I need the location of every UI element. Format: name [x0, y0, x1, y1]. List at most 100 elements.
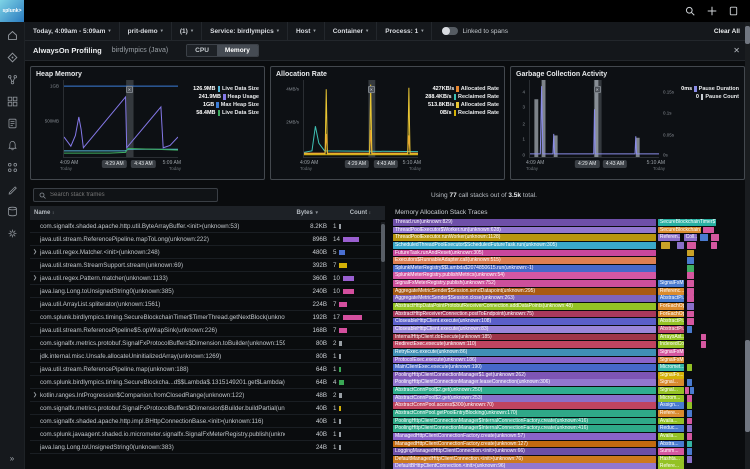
flame-frame[interactable]: CloseableHttpClient.execute(unknown:108)	[393, 318, 657, 326]
flame-frame[interactable]: ArraysAsL...	[657, 333, 684, 341]
flame-frame[interactable]	[687, 364, 693, 371]
flame-frame[interactable]	[687, 287, 694, 295]
sidebar-item-settings[interactable]	[7, 228, 18, 239]
page-scrollbar[interactable]	[745, 22, 750, 469]
flame-frame[interactable]	[687, 295, 694, 303]
flame-frame[interactable]	[687, 310, 694, 318]
flame-frame[interactable]: Availa...	[657, 417, 684, 425]
filter-dropdown-process-1[interactable]: Process: 1 ▾	[377, 22, 433, 40]
flame-frame[interactable]: LoggingManagedHttpClientConnection.<init…	[393, 448, 657, 455]
flame-frame[interactable]: SignalFxMeterRegistry.publish(unknown:75…	[393, 280, 657, 287]
flame-frame[interactable]	[687, 455, 693, 463]
table-row[interactable]: java.util.stream.ReferencePipeline.mapTo…	[30, 233, 385, 246]
linked-to-spans-toggle[interactable]	[442, 27, 459, 35]
flame-frame[interactable]: ProtocolExec.execute(unknown:186)	[393, 356, 657, 364]
flame-frame[interactable]: ThreadPoolExecutor$Worker.run(unknown:62…	[393, 226, 657, 234]
flame-frame[interactable]: PoolingHttpClientConnectionManager.lease…	[393, 379, 657, 387]
flame-frame[interactable]: Refere...	[657, 463, 684, 469]
flame-frame[interactable]	[710, 234, 720, 242]
flame-frame[interactable]: AbstractConnPool$2.get(unknown:250)	[393, 387, 657, 394]
flame-frame[interactable]	[687, 264, 694, 272]
table-row[interactable]: ❯ java.util.regex.Matcher.<init>(unknown:…	[30, 246, 385, 259]
flame-frame[interactable]	[700, 341, 707, 349]
flame-frame[interactable]: ScheduledThreadPoolExecutor$ScheduledFut…	[393, 241, 657, 249]
flame-frame[interactable]: PoolingHttpClientConnectionManager$Inter…	[393, 425, 657, 433]
flame-frame[interactable]: SignalFxM...	[657, 356, 684, 364]
flame-frame[interactable]	[684, 387, 689, 394]
sidebar-item-synthetics[interactable]	[7, 162, 18, 173]
flame-frame[interactable]: AbstractConnPool$2.get(unknown:253)	[393, 394, 657, 402]
flame-frame[interactable]: RedirectExec.execute(unknown:110)	[393, 341, 657, 349]
flame-frame[interactable]: Summ...	[657, 448, 684, 455]
flame-frame[interactable]	[687, 402, 693, 410]
flame-frame[interactable]: AbstractPi...	[657, 295, 684, 303]
flame-frame[interactable]	[676, 241, 684, 249]
flame-frame[interactable]: SecureBlockchainTim...	[657, 226, 701, 234]
filter-dropdown--1-[interactable]: (1) ▾	[172, 22, 203, 40]
table-scrollbar[interactable]	[381, 222, 385, 469]
filter-dropdown-host[interactable]: Host ▾	[288, 22, 325, 40]
flame-frame[interactable]: AbstractConnPool.getPoolEntryBlocking(un…	[393, 410, 657, 417]
flame-frame[interactable]: DefaultBHttpClientConnection.<init>(unkn…	[393, 463, 657, 469]
flame-frame[interactable]	[710, 241, 718, 249]
flame-frame[interactable]	[687, 432, 693, 440]
table-row[interactable]: java.lang.Long.toUnsignedString0(unknown…	[30, 285, 385, 298]
flame-frame[interactable]: AbstractHttpReceiverConnection.postToEnd…	[393, 310, 657, 318]
selection-handle-icon[interactable]: ✕	[125, 86, 133, 94]
sidebar-item-data-management[interactable]	[7, 206, 18, 217]
search-icon[interactable]	[685, 6, 695, 16]
filter-dropdown-prit-demo[interactable]: prit-demo ▾	[120, 22, 172, 40]
sidebar-item-alerts[interactable]	[7, 140, 18, 151]
search-stack-frames-box[interactable]	[33, 188, 218, 202]
column-header-name[interactable]: Name ↕	[34, 210, 277, 216]
flame-frame[interactable]: FutureTask.runAndReset(unknown:305)	[393, 249, 657, 257]
chart-plot[interactable]: ✕	[529, 80, 659, 158]
table-row[interactable]: com.signalfx.shaded.apache.http.util.Byt…	[30, 220, 385, 233]
flame-frame[interactable]	[687, 410, 693, 417]
table-row[interactable]: com.splunk.javaagent.shaded.io.micromete…	[30, 428, 385, 441]
splunk-logo[interactable]: splunk>	[0, 0, 24, 22]
flame-frame[interactable]: AbstractPi...	[657, 325, 684, 333]
column-header-count[interactable]: Count ↕	[325, 210, 377, 216]
selection-handle-icon[interactable]: ✕	[593, 86, 601, 94]
table-row[interactable]: com.signalfx.metrics.protobuf.SignalFxPr…	[30, 402, 385, 415]
flame-frame[interactable]: Hashta...	[657, 455, 684, 463]
flame-frame[interactable]: RetryExec.execute(unknown:86)	[393, 348, 657, 356]
sidebar-item-log-observer[interactable]	[7, 118, 18, 129]
table-row[interactable]: com.splunk.birdlympics.timing.SecureBloc…	[30, 376, 385, 389]
table-row[interactable]: jdk.internal.misc.Unsafe.allocateUniniti…	[30, 350, 385, 363]
filter-dropdown-service-birdlympics[interactable]: Service: birdlympics ▾	[202, 22, 288, 40]
flame-frame[interactable]: AggregateMetricSender$Session.sendDatapo…	[393, 287, 657, 295]
table-row[interactable]: java.util.stream.StreamSupport.stream(un…	[30, 259, 385, 272]
flame-frame[interactable]	[687, 249, 694, 257]
sidebar-item-navigator[interactable]	[7, 52, 18, 63]
apps-icon[interactable]	[729, 6, 738, 16]
table-row[interactable]: java.lang.Long.toUnsignedString0(unknown…	[30, 441, 385, 454]
tab-memory[interactable]: Memory	[216, 45, 258, 56]
flame-frame[interactable]: InternalHttpClient.doExecute(unknown:185…	[393, 333, 657, 341]
sidebar-item-apm[interactable]	[7, 74, 18, 85]
flame-frame[interactable]: Referenc...	[657, 287, 684, 295]
flame-frame[interactable]: DefaultManagedHttpClientConnection.<init…	[393, 455, 657, 463]
flame-frame[interactable]: AbstractConnPool.access$300(unknown:70)	[393, 402, 657, 410]
flame-frame[interactable]	[702, 226, 714, 234]
table-row[interactable]: com.signalfx.shaded.apache.http.impl.BHt…	[30, 415, 385, 428]
flame-frame[interactable]: ManagedHttpClientConnectionFactory.creat…	[393, 440, 657, 448]
time-range-picker[interactable]: Today, 4:09am - 5:09am ▾	[25, 22, 120, 40]
flame-frame[interactable]	[700, 333, 707, 341]
flame-frame[interactable]: SplunkMeterRegistry.publishMetrics(unkno…	[393, 272, 657, 280]
flame-frame[interactable]	[687, 241, 696, 249]
flame-frame[interactable]	[687, 448, 693, 455]
sidebar-expand-icon[interactable]: »	[0, 454, 24, 463]
flame-frame[interactable]: SecureBlockchainTimer$TimerThread.run	[657, 219, 717, 226]
flame-frame[interactable]: Abstra...	[657, 440, 684, 448]
flame-frame[interactable]	[687, 394, 693, 402]
chart-plot[interactable]: ✕	[303, 80, 418, 158]
flame-frame[interactable]: Signal...	[657, 379, 684, 387]
table-row[interactable]: java.util.stream.ReferencePipeline$5.opW…	[30, 324, 385, 337]
flame-frame[interactable]: MainClientExec.execute(unknown:190)	[393, 364, 657, 371]
flame-frame[interactable]: PoolingHttpClientConnectionManager$1.get…	[393, 371, 657, 379]
flame-frame[interactable]	[687, 440, 693, 448]
flame-frame[interactable]: Thread.run(unknown:829)	[393, 219, 657, 226]
flame-frame[interactable]	[687, 303, 694, 310]
